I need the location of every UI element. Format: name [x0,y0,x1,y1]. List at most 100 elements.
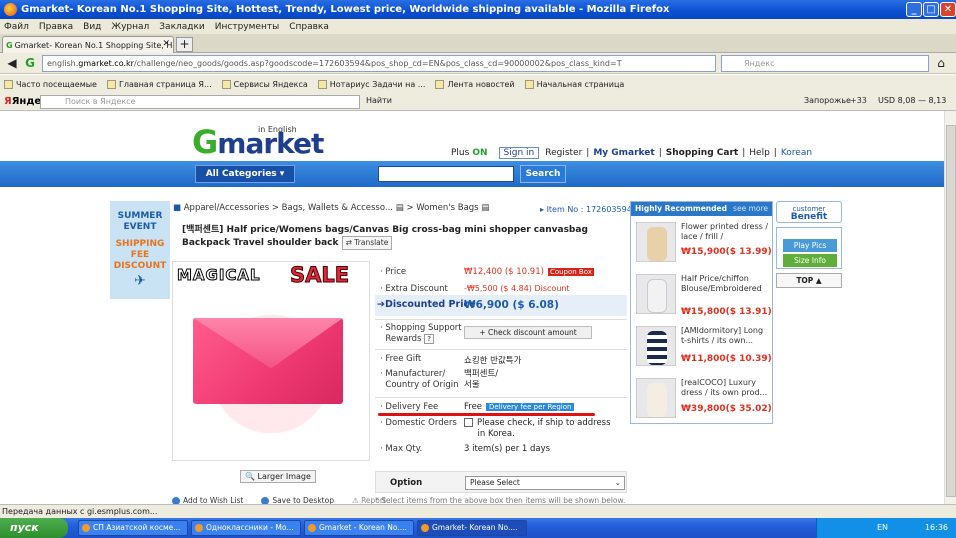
dropdown-icon[interactable]: ▤ [396,203,404,213]
url-path: /challenge/neo_goods/goods.asp?goodscode… [133,59,622,68]
summer-event-banner[interactable]: SUMMER EVENT SHIPPING FEE DISCOUNT ✈ [110,201,170,299]
recommended-item[interactable]: [AMIdormitory] Long t-shirts / its own..… [631,322,772,372]
start-button[interactable]: пуск [0,518,68,538]
taskbar-item-active[interactable]: Gmarket- Korean No.... [417,520,527,536]
help-link[interactable]: Help [749,148,770,158]
play-pics-button[interactable]: Play Pics [783,239,837,252]
firefox-icon [308,524,316,532]
menu-bar: Файл Правка Вид Журнал Закладки Инструме… [0,19,956,34]
home-icon[interactable]: ⌂ [932,55,950,72]
product-thumbnail [636,274,676,314]
category-nav-bar: All Categories ▾ Search [0,161,944,187]
top-button[interactable]: TOP ▲ [776,273,842,288]
bookmark-icon [317,79,327,89]
weather-temp[interactable]: +33 [850,96,867,105]
side-tools: Play Pics Size Info [776,227,842,269]
folder-icon [221,79,231,89]
korean-link[interactable]: Korean [781,148,812,158]
taskbar-item[interactable]: Gmarket - Korean No.... [304,520,414,536]
my-gmarket-link[interactable]: My Gmarket [593,148,654,158]
shopping-cart-link[interactable]: Shopping Cart [666,148,738,158]
url-domain: gmarket.co.kr [78,59,134,68]
breadcrumb[interactable]: ■ Apparel/Accessories > Bags, Wallets & … [173,203,489,213]
browser-search-input[interactable]: Яндекс [721,55,929,72]
recommended-item[interactable]: Half Price/chiffon Blouse/Embroidered ₩1… [631,270,772,320]
navigation-bar: ◀ G english.gmarket.co.kr/challenge/neo_… [0,53,956,74]
help-icon[interactable]: ? [424,334,434,344]
recommended-item[interactable]: Flower printed dress / lace / frill / ₩1… [631,218,772,268]
menu-help[interactable]: Справка [289,22,329,32]
larger-image-button[interactable]: 🔍 Larger Image [240,470,316,483]
window-title-bar: Gmarket- Korean No.1 Shopping Site, Hott… [0,0,956,19]
taskbar-item[interactable]: Одноклассники - Мо... [191,520,301,536]
bookmarks-bar: Часто посещаемые Главная страница Я... С… [0,75,956,93]
chevron-down-icon: ⌄ [614,478,621,487]
yandex-find-button[interactable]: Найти [366,96,392,105]
menu-view[interactable]: Вид [83,22,101,32]
domestic-orders-value: Please check, if ship to address in Kore… [464,418,611,440]
translate-button[interactable]: ⇄ Translate [341,236,393,250]
menu-edit[interactable]: Правка [39,22,73,32]
bookmark-item[interactable]: Часто посещаемые [4,79,97,89]
header-links: Plus ON Sign in Register | My Gmarket | … [451,147,813,159]
weather-location[interactable]: Запорожье [804,96,851,105]
back-icon[interactable]: ◀ [4,55,20,72]
delivery-fee-region-button[interactable]: Delivery fee per Region [486,403,575,411]
bookmark-item[interactable]: Главная страница Я... [106,79,212,89]
signin-button[interactable]: Sign in [498,147,540,159]
product-info-table: · Price ₩12,400 ($ 10.91) Coupon Box · Ex… [375,257,627,459]
menu-tools[interactable]: Инструменты [215,22,279,32]
menu-file[interactable]: Файл [4,22,29,32]
new-tab-button[interactable]: + [176,37,193,52]
bookmark-item[interactable]: Сервисы Яндекса [221,79,308,89]
yandex-search-input[interactable]: Поиск в Яндексе [40,95,360,109]
coupon-box-button[interactable]: Coupon Box [547,268,594,276]
check-discount-button[interactable]: + Check discount amount [464,326,592,339]
bookmark-item[interactable]: Нотариус Задачи на ... [317,79,425,89]
recommended-item[interactable]: [realCOCO] Luxury dress / its own prod..… [631,374,772,424]
language-indicator[interactable]: EN [877,518,888,538]
minimize-button[interactable]: _ [906,2,922,17]
add-to-wishlist-link[interactable]: Add to Wish List [172,496,243,504]
vertical-scrollbar[interactable] [944,111,956,504]
maximize-button[interactable]: □ [923,2,939,17]
all-categories-button[interactable]: All Categories ▾ [195,165,295,183]
site-search-input[interactable] [378,166,514,182]
domestic-checkbox[interactable] [464,418,473,427]
save-to-desktop-link[interactable]: Save to Desktop [261,496,334,504]
menu-bookmarks[interactable]: Закладки [159,22,205,32]
scrollbar-thumb[interactable] [946,125,956,497]
currency-rate[interactable]: USD 8,08 — 8,13 [878,96,946,105]
dropdown-icon[interactable]: ▤ [481,203,489,213]
product-image[interactable]: MAGICAL SALE [172,261,370,461]
customer-benefit-button[interactable]: customer Benefit [776,201,842,223]
taskbar-item[interactable]: СП Азиатской косме... [78,520,188,536]
see-more-link[interactable]: see more [733,202,768,216]
yandex-toolbar: ЯЯндекс Поиск в Яндексе Найти Запорожье … [0,93,956,111]
bookmark-item[interactable]: Лента новостей [435,79,515,89]
size-info-button[interactable]: Size Info [783,254,837,267]
reload-icon[interactable]: G [22,55,38,72]
extra-discount-value: -₩5,500 ($ 4.84) Discount [464,284,570,293]
web-page: Gmarket in English Plus ON Sign in Regis… [0,111,944,504]
firefox-icon [195,524,203,532]
tab-label: Gmarket- Korean No.1 Shopping Site, Hott… [14,40,173,50]
folder-icon [435,79,445,89]
plus-label: Plus [451,148,470,158]
plus-icon [261,497,270,504]
url-bar[interactable]: english.gmarket.co.kr/challenge/neo_good… [42,55,716,72]
window-title: Gmarket- Korean No.1 Shopping Site, Hott… [21,4,670,15]
option-select[interactable]: Please Select ⌄ [465,476,625,490]
free-gift-value: 쇼킹한 반값특가 [464,356,522,366]
tab-gmarket[interactable]: G Gmarket- Korean No.1 Shopping Site, Ho… [2,36,174,53]
discounted-price-label: ➔Discounted Price [377,299,476,310]
menu-history[interactable]: Журнал [111,22,149,32]
plus-toggle[interactable]: ON [472,148,487,158]
tab-close-icon[interactable]: ✕ [162,39,170,49]
gmarket-logo[interactable]: Gmarket in English [192,123,324,161]
bookmark-item[interactable]: Начальная страница [524,79,624,89]
clock[interactable]: 16:36 [925,518,948,538]
close-button[interactable]: ✕ [940,2,956,17]
register-link[interactable]: Register [545,148,582,158]
site-search-button[interactable]: Search [520,165,566,183]
